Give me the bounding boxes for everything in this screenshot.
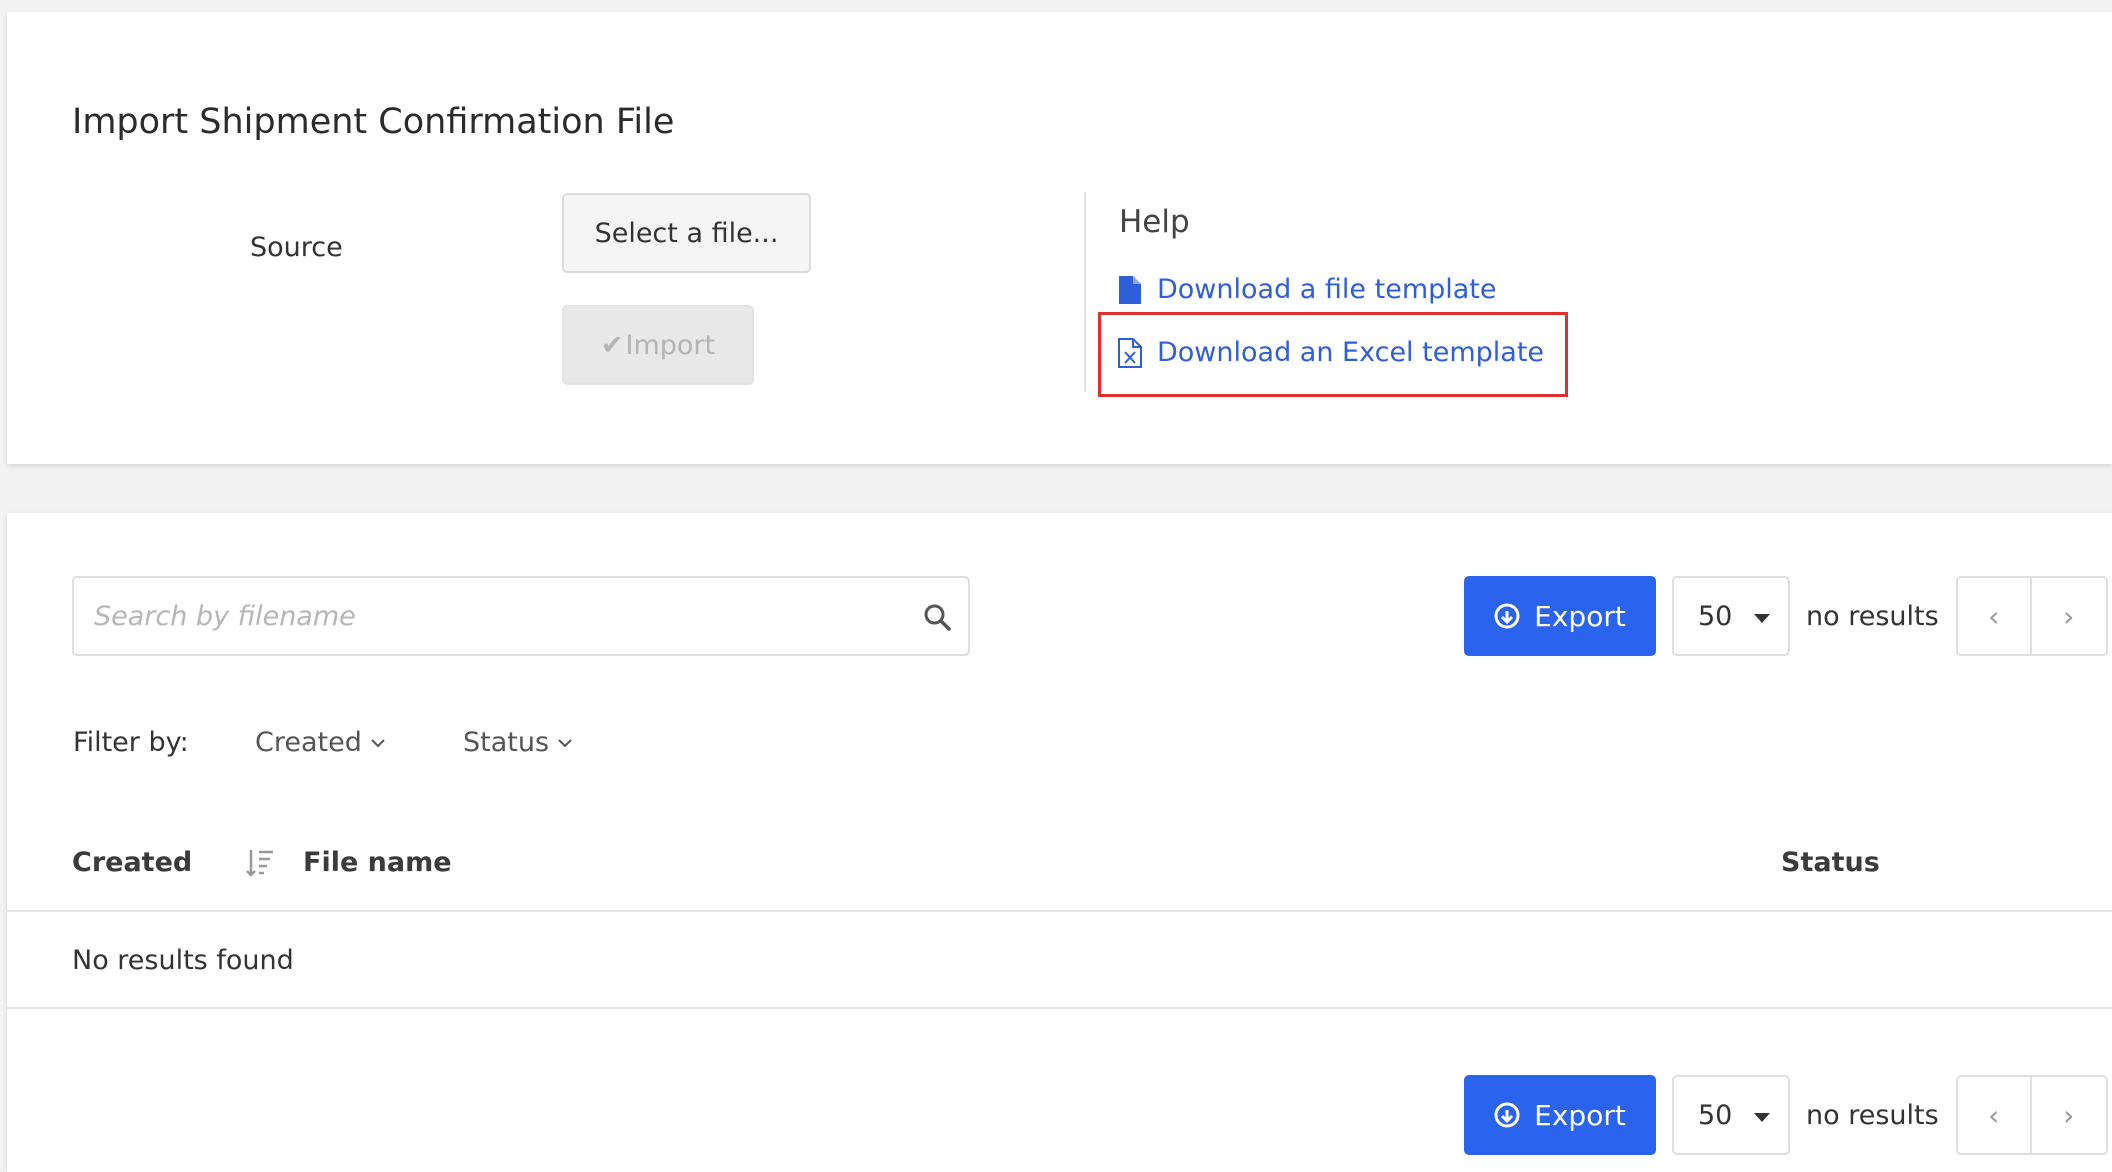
next-page-button[interactable]: › (2032, 578, 2106, 654)
download-file-template-label: Download a file template (1157, 274, 1497, 305)
import-button[interactable]: ✔ Import (562, 305, 754, 385)
select-file-button[interactable]: Select a file... (562, 193, 811, 273)
export-icon (1494, 603, 1520, 629)
prev-page-button[interactable]: ‹ (1958, 578, 2032, 654)
prev-page-button[interactable]: ‹ (1958, 1077, 2032, 1153)
export-button-bottom[interactable]: Export (1464, 1075, 1656, 1155)
export-icon (1494, 1102, 1520, 1128)
chevron-down-icon (558, 738, 572, 747)
highlight-box (1098, 312, 1568, 397)
filter-label: Filter by: (73, 727, 189, 758)
page-nav-bottom: ‹ › (1955, 1075, 2108, 1155)
check-icon: ✔ (600, 329, 624, 361)
empty-state-message: No results found (72, 945, 294, 976)
filter-created-label: Created (255, 727, 362, 758)
next-page-button[interactable]: › (2032, 1077, 2106, 1153)
chevron-right-icon: › (2063, 1098, 2075, 1132)
column-header-created[interactable]: Created (72, 847, 192, 878)
search-box (72, 576, 970, 656)
pagination-top: Export 50 no results ‹ › (1464, 576, 2108, 656)
pagination-bottom: Export 50 no results ‹ › (1464, 1075, 2108, 1155)
page-size-select[interactable]: 50 (1672, 576, 1790, 656)
column-header-file-name[interactable]: File name (303, 847, 452, 878)
export-label: Export (1534, 599, 1626, 633)
filter-status[interactable]: Status (463, 727, 573, 758)
help-divider (1084, 192, 1086, 392)
filter-created[interactable]: Created (255, 727, 386, 758)
header-divider (7, 910, 2112, 912)
page-title: Import Shipment Confirmation File (72, 102, 675, 142)
chevron-left-icon: ‹ (1988, 1098, 2000, 1132)
page-size-value: 50 (1698, 1099, 1733, 1131)
results-count: no results (1806, 1099, 1939, 1131)
caret-down-icon (1754, 614, 1770, 623)
page-nav: ‹ › (1955, 576, 2108, 656)
chevron-right-icon: › (2063, 599, 2075, 633)
download-file-template-link[interactable]: Download a file template (1117, 274, 1497, 305)
import-panel: Import Shipment Confirmation File Source… (7, 12, 2112, 464)
column-header-status[interactable]: Status (1781, 847, 1880, 878)
search-input[interactable] (94, 594, 894, 638)
page-size-value: 50 (1698, 600, 1733, 632)
import-history-panel: Export 50 no results ‹ › Filter by: Crea… (7, 513, 2112, 1172)
chevron-down-icon (371, 738, 385, 747)
row-divider (7, 1007, 2112, 1009)
chevron-left-icon: ‹ (1988, 599, 2000, 633)
file-icon (1119, 275, 1141, 304)
search-icon[interactable] (922, 602, 952, 632)
page-size-select-bottom[interactable]: 50 (1672, 1075, 1790, 1155)
results-count: no results (1806, 600, 1939, 632)
help-title: Help (1119, 204, 1190, 240)
caret-down-icon (1754, 1113, 1770, 1122)
import-label: Import (625, 329, 716, 361)
filter-status-label: Status (463, 727, 550, 758)
source-label: Source (250, 232, 343, 263)
export-button[interactable]: Export (1464, 576, 1656, 656)
export-label: Export (1534, 1098, 1626, 1132)
select-file-label: Select a file... (594, 217, 779, 249)
sort-icon[interactable] (245, 847, 275, 879)
